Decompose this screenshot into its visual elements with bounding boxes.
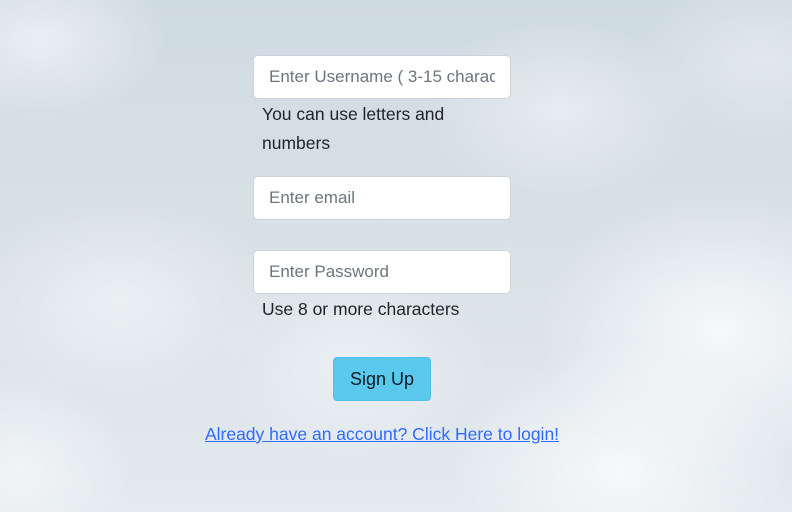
email-input[interactable] (253, 176, 511, 220)
username-hint: You can use letters and numbers (262, 104, 445, 153)
password-input[interactable] (253, 250, 511, 294)
username-input[interactable] (253, 55, 511, 99)
sign-up-button[interactable]: Sign Up (333, 357, 431, 401)
signup-form: You can use letters and numbers Use 8 or… (0, 0, 792, 512)
login-link[interactable]: Already have an account? Click Here to l… (0, 424, 764, 445)
password-hint: Use 8 or more characters (262, 299, 460, 319)
